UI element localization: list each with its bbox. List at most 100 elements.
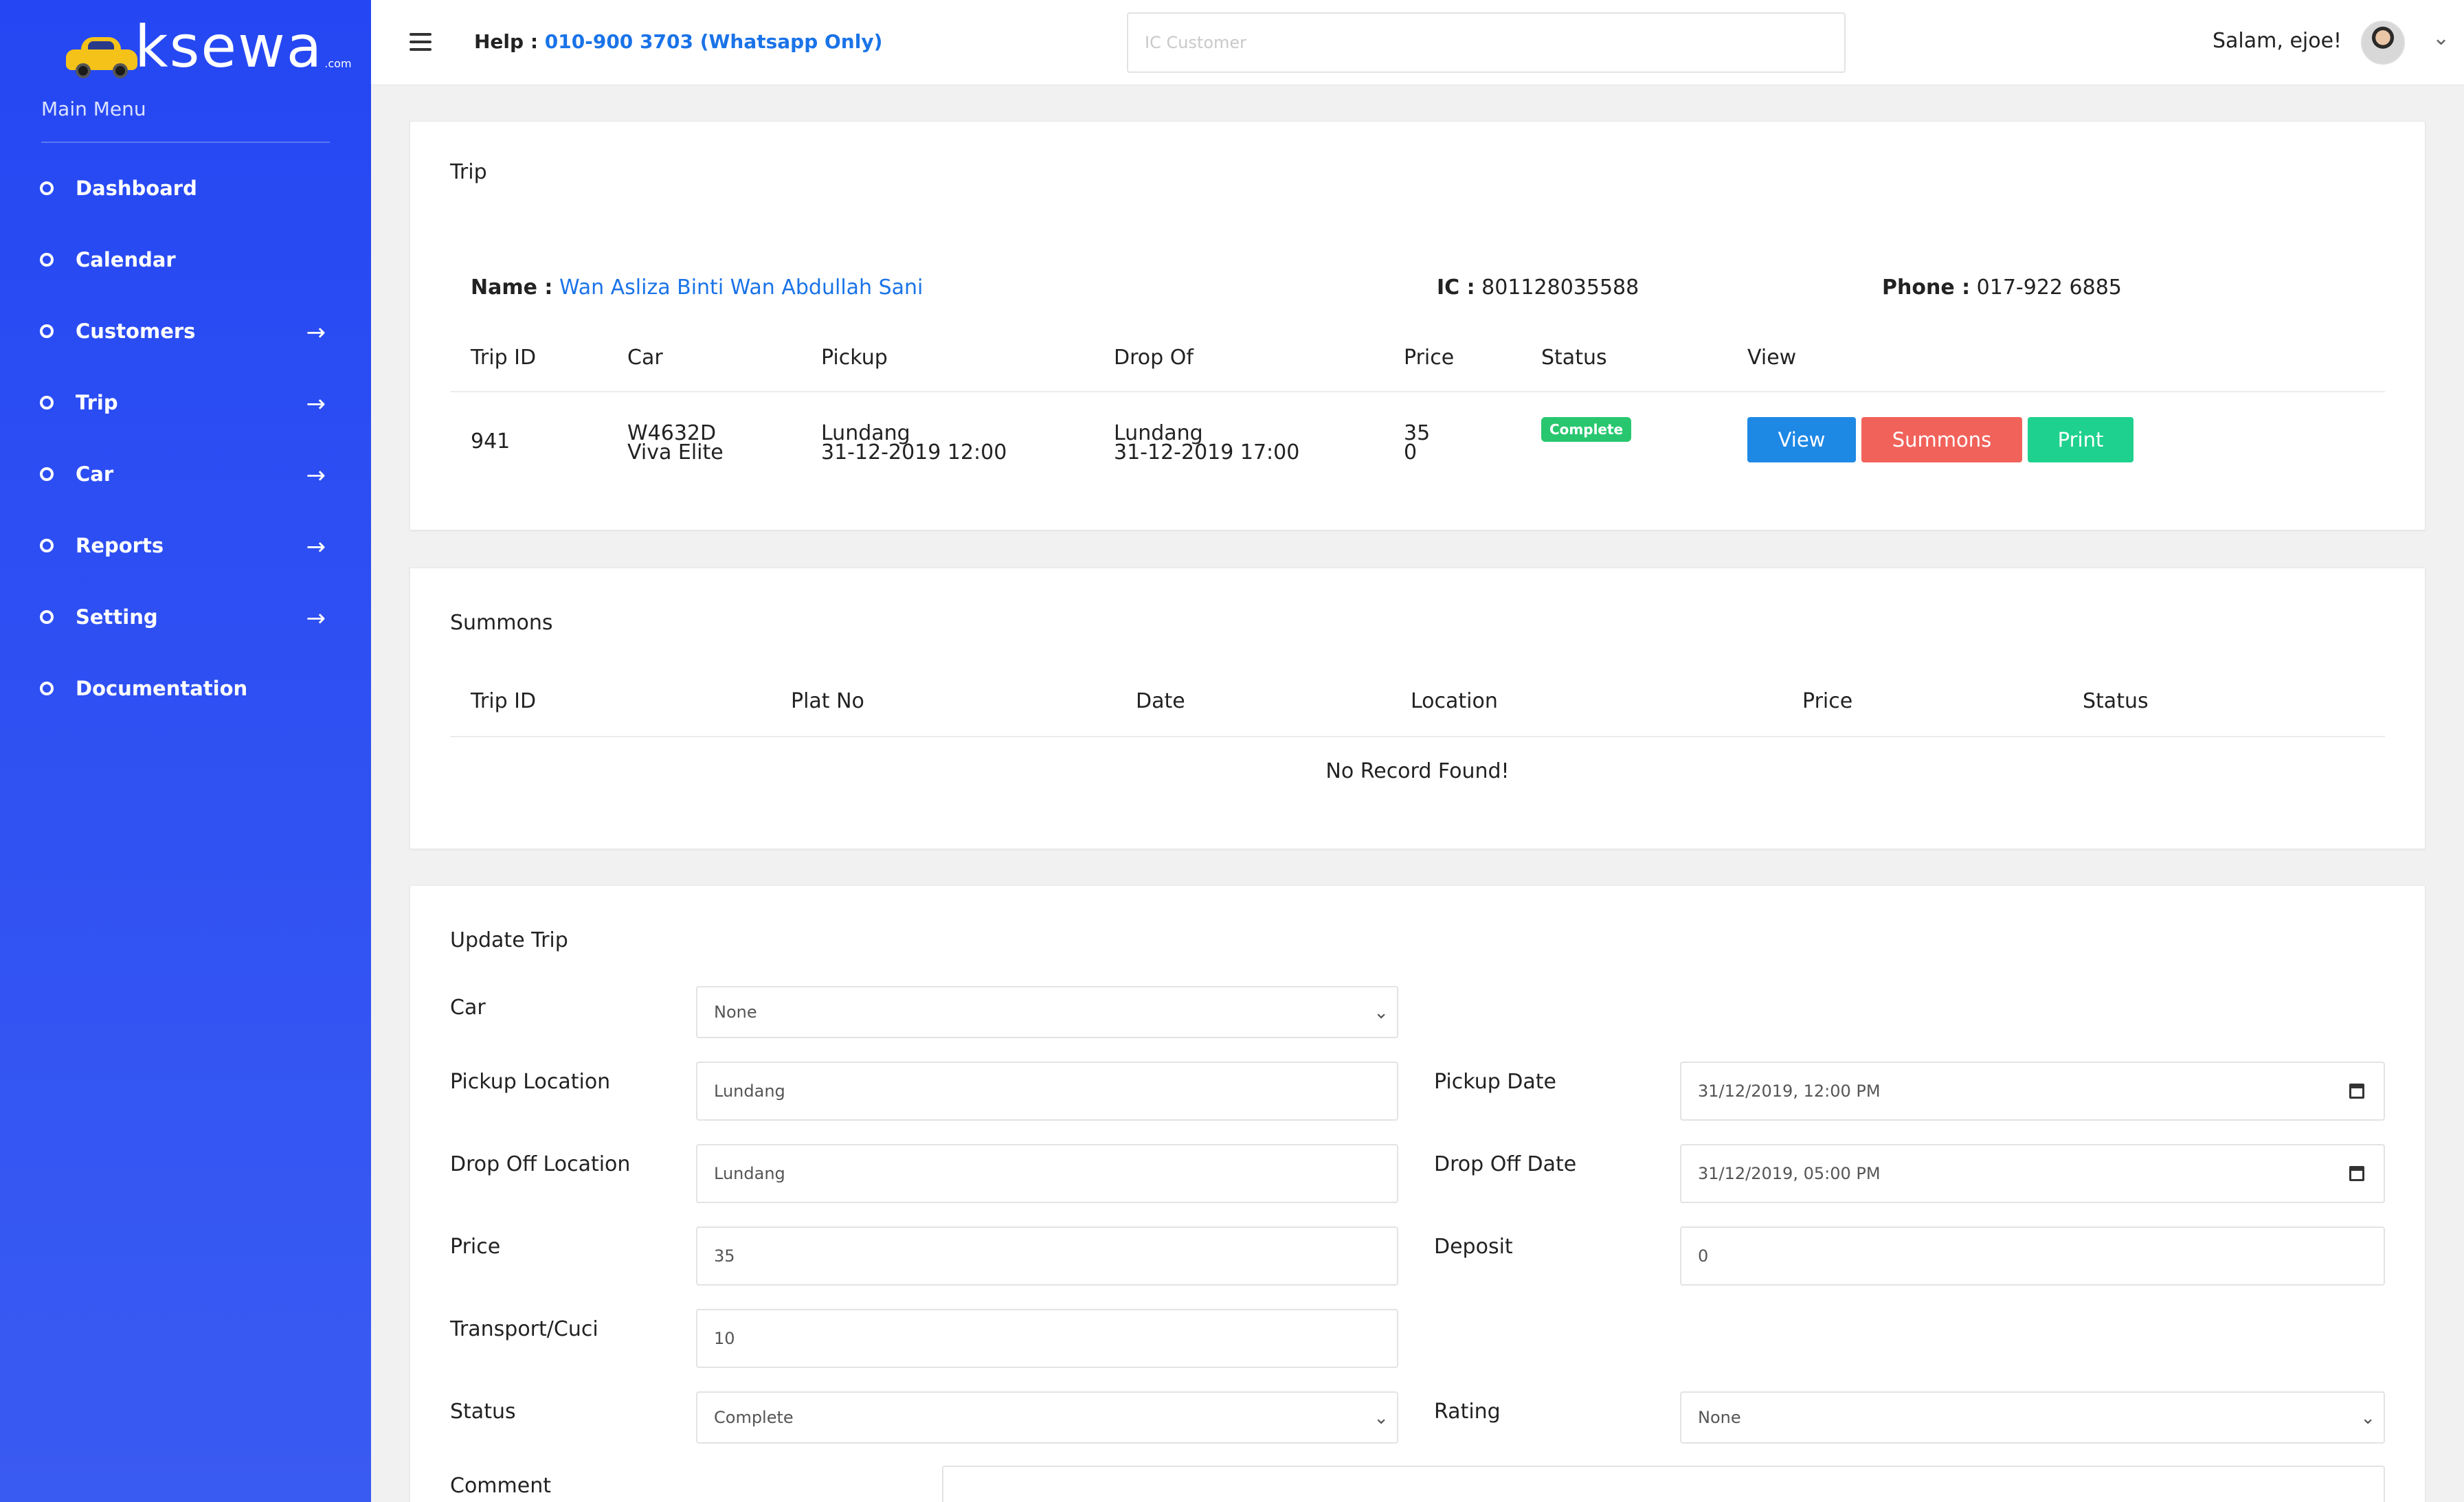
transport-input[interactable]: 10: [696, 1309, 1398, 1368]
chevron-down-icon: ⌄: [1374, 1002, 1389, 1023]
view-button[interactable]: View: [1747, 417, 1856, 462]
sidebar-item-customers[interactable]: Customers →: [0, 295, 371, 367]
sidebar-item-dashboard[interactable]: Dashboard: [0, 153, 371, 224]
chevron-down-icon[interactable]: ⌄: [2432, 26, 2450, 50]
phone-label: Phone :: [1882, 276, 1971, 300]
avatar[interactable]: [2361, 21, 2405, 65]
price-extra: 0: [1404, 440, 1418, 464]
calendar-icon[interactable]: [2349, 1166, 2364, 1181]
circle-icon: [40, 324, 54, 338]
car-model: Viva Elite: [627, 440, 724, 464]
pickup-date-value: 31/12/2019, 12:00 PM: [1698, 1081, 1881, 1101]
pickup-date-input[interactable]: 31/12/2019, 12:00 PM: [1680, 1062, 2385, 1121]
car-label: Car: [450, 996, 486, 1020]
rating-select-value: None: [1698, 1408, 1741, 1427]
sidebar-item-label: Customers: [76, 320, 196, 343]
ic-customer-search-input[interactable]: [1127, 12, 1846, 73]
column-header: Status: [1541, 346, 1607, 370]
status-select[interactable]: Complete ⌄: [696, 1391, 1398, 1444]
phone-value: 017-922 6885: [1976, 276, 2122, 300]
circle-icon: [40, 682, 54, 695]
sidebar-item-documentation[interactable]: Documentation: [0, 653, 371, 724]
sidebar-item-car[interactable]: Car →: [0, 438, 371, 510]
drop-date-value: 31/12/2019, 05:00 PM: [1698, 1164, 1881, 1183]
column-header: Price: [1404, 346, 1455, 370]
comment-textarea[interactable]: [942, 1466, 2385, 1502]
column-header: Trip ID: [471, 346, 537, 370]
pickup-location-value: Lundang: [714, 1081, 785, 1101]
drop-date-label: Drop Off Date: [1434, 1152, 1577, 1176]
sidebar-item-label: Trip: [76, 391, 118, 414]
arrow-right-icon: →: [306, 390, 326, 418]
transport-value: 10: [714, 1329, 735, 1348]
circle-icon: [40, 610, 54, 624]
chevron-down-icon: ⌄: [1374, 1408, 1389, 1428]
sidebar-item-trip[interactable]: Trip →: [0, 367, 371, 438]
customer-name-link[interactable]: Wan Asliza Binti Wan Abdullah Sani: [559, 276, 923, 300]
drop-datetime: 31-12-2019 17:00: [1114, 440, 1300, 464]
customer-ic: IC : 801128035588: [1437, 276, 1639, 300]
column-header: Plat No: [791, 689, 864, 713]
logo-suffix: .com: [324, 57, 352, 70]
arrow-right-icon: →: [306, 533, 326, 561]
customer-phone: Phone : 017-922 6885: [1882, 276, 2122, 300]
rating-select[interactable]: None ⌄: [1680, 1391, 2385, 1444]
sidebar-item-label: Setting: [76, 605, 158, 629]
column-header: Price: [1802, 689, 1853, 713]
circle-icon: [40, 396, 54, 410]
sidebar-item-calendar[interactable]: Calendar: [0, 224, 371, 295]
column-header: Drop Of: [1114, 346, 1194, 370]
help-label: Help :: [474, 30, 539, 53]
car-select-value: None: [714, 1002, 757, 1022]
pickup-datetime: 31-12-2019 12:00: [821, 440, 1007, 464]
circle-icon: [40, 539, 54, 552]
summons-card: Summons Trip ID Plat No Date Location Pr…: [410, 568, 2426, 849]
deposit-value: 0: [1698, 1246, 1709, 1266]
trip-id: 941: [471, 429, 511, 453]
user-greeting: Salam, ejoe!: [2213, 29, 2342, 53]
price-input[interactable]: 35: [696, 1226, 1398, 1286]
pickup-date-label: Pickup Date: [1434, 1070, 1557, 1094]
print-button[interactable]: Print: [2028, 417, 2133, 462]
circle-icon: [40, 253, 54, 267]
deposit-input[interactable]: 0: [1680, 1226, 2385, 1286]
sidebar-item-setting[interactable]: Setting →: [0, 581, 371, 653]
drop-location-input[interactable]: Lundang: [696, 1144, 1398, 1203]
rating-label: Rating: [1434, 1400, 1501, 1424]
drop-location-value: Lundang: [714, 1164, 785, 1183]
ic-value: 801128035588: [1481, 276, 1639, 300]
summons-card-title: Summons: [450, 611, 553, 635]
empty-state-text: No Record Found!: [1325, 759, 1510, 783]
sidebar-menu: Dashboard Calendar Customers → Trip → Ca…: [0, 153, 371, 724]
drop-location-label: Drop Off Location: [450, 1152, 631, 1176]
hamburger-icon[interactable]: [410, 33, 432, 51]
column-header: Date: [1136, 689, 1185, 713]
pickup-location-label: Pickup Location: [450, 1070, 611, 1094]
price-value: 35: [714, 1246, 735, 1266]
sidebar-item-reports[interactable]: Reports →: [0, 510, 371, 581]
summons-button[interactable]: Summons: [1861, 417, 2022, 462]
trip-card-title: Trip: [450, 160, 487, 184]
topbar: Help : 010-900 3703 (Whatsapp Only) Sala…: [371, 0, 2464, 85]
column-header: Status: [2083, 689, 2149, 713]
logo[interactable]: ksewa .com: [66, 18, 352, 78]
sidebar-item-label: Documentation: [76, 677, 248, 700]
help-number[interactable]: 010-900 3703 (Whatsapp Only): [545, 30, 883, 53]
sidebar-item-label: Calendar: [76, 248, 176, 271]
menu-divider: [41, 142, 330, 143]
help-text: Help : 010-900 3703 (Whatsapp Only): [474, 30, 882, 53]
ic-label: IC :: [1437, 276, 1475, 300]
pickup-location-input[interactable]: Lundang: [696, 1062, 1398, 1121]
sidebar-item-label: Dashboard: [76, 177, 197, 200]
status-select-value: Complete: [714, 1408, 794, 1427]
sidebar: ksewa .com Main Menu Dashboard Calendar …: [0, 0, 371, 1502]
circle-icon: [40, 181, 54, 195]
arrow-right-icon: →: [306, 319, 326, 346]
car-select[interactable]: None ⌄: [696, 986, 1398, 1038]
drop-date-input[interactable]: 31/12/2019, 05:00 PM: [1680, 1144, 2385, 1203]
calendar-icon[interactable]: [2349, 1084, 2364, 1099]
customer-name: Name : Wan Asliza Binti Wan Abdullah San…: [471, 276, 923, 300]
comment-label: Comment: [450, 1474, 551, 1498]
price-label: Price: [450, 1235, 501, 1259]
circle-icon: [40, 467, 54, 481]
